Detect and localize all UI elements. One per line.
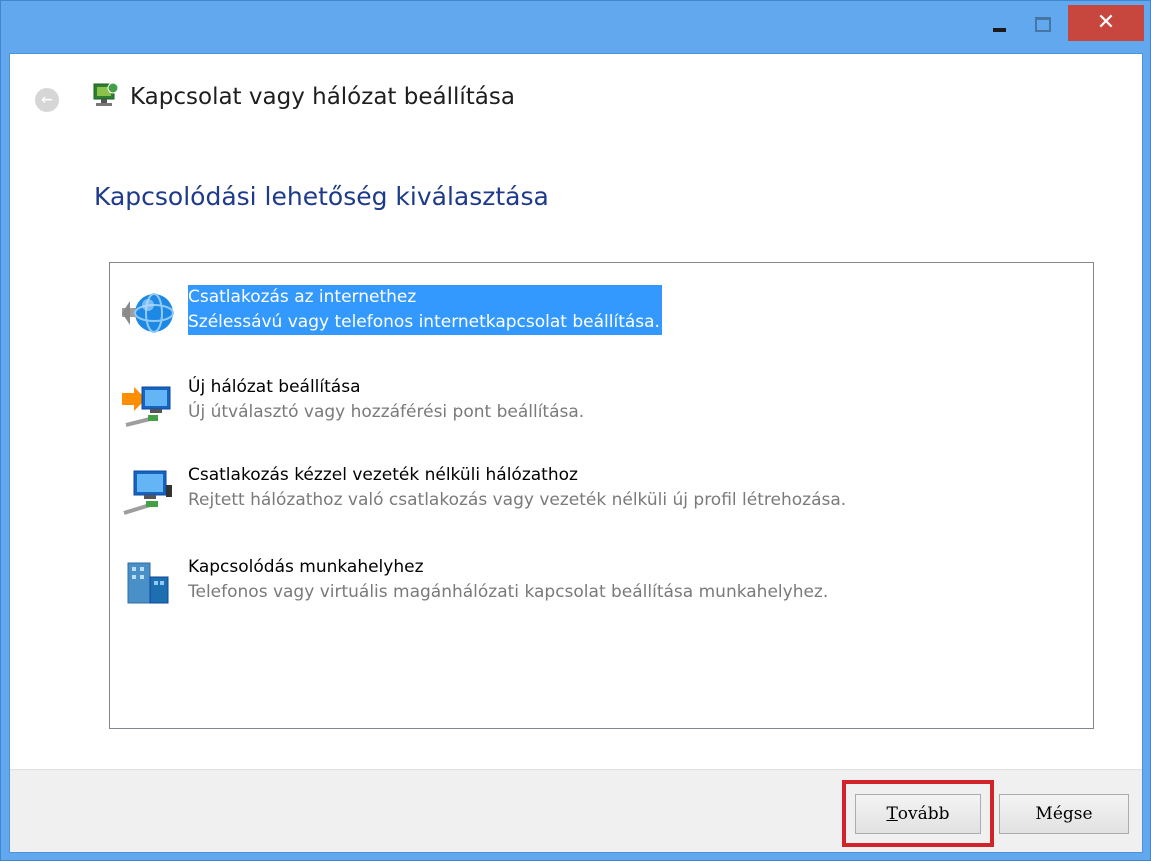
option-title: Csatlakozás az internethez — [188, 287, 417, 307]
option-title: Új hálózat beállítása — [188, 377, 361, 397]
option-manual-wireless[interactable]: Csatlakozás kézzel vezeték nélküli hálóz… — [120, 463, 1070, 523]
workplace-icon — [127, 562, 169, 604]
option-description: Szélessávú vagy telefonos internetkapcso… — [188, 312, 660, 332]
connection-options-list: Csatlakozás az internethez Szélessávú va… — [109, 262, 1094, 729]
wireless-network-icon — [123, 470, 172, 515]
dialog-window: ✕ ← Kapcsolat vagy hálózat beállítása Ka… — [0, 0, 1151, 861]
next-button[interactable]: Tovább — [855, 794, 981, 834]
next-label: ovább — [897, 804, 950, 824]
minimize-icon — [992, 28, 1006, 32]
wizard-content: ← Kapcsolat vagy hálózat beállítása Kapc… — [9, 53, 1143, 853]
back-button[interactable]: ← — [35, 88, 59, 112]
close-icon: ✕ — [1096, 10, 1116, 35]
maximize-icon — [1035, 16, 1051, 32]
back-arrow-icon: ← — [41, 92, 53, 108]
dialog-footer: Tovább Mégse — [10, 769, 1142, 852]
cancel-button[interactable]: Mégse — [999, 794, 1129, 834]
option-description: Új útválasztó vagy hozzáférési pont beál… — [188, 402, 585, 422]
option-title: Csatlakozás kézzel vezeték nélküli hálóz… — [188, 465, 578, 485]
maximize-button[interactable] — [1023, 7, 1063, 41]
page-heading: Kapcsolódási lehetőség kiválasztása — [94, 182, 549, 211]
next-accelerator: T — [886, 804, 898, 824]
option-workplace[interactable]: Kapcsolódás munkahelyhez Telefonos vagy … — [120, 555, 1070, 615]
close-button[interactable]: ✕ — [1068, 5, 1144, 41]
option-title: Kapcsolódás munkahelyhez — [188, 557, 424, 577]
minimize-button[interactable] — [979, 7, 1019, 41]
option-connect-internet[interactable]: Csatlakozás az internethez Szélessávú va… — [120, 285, 1070, 345]
window-title: Kapcsolat vagy hálózat beállítása — [130, 84, 515, 110]
option-description: Telefonos vagy virtuális magánhálózati k… — [188, 582, 829, 602]
network-setup-icon — [93, 82, 119, 106]
new-network-icon — [122, 386, 171, 427]
globe-connect-icon — [122, 293, 174, 333]
option-description: Rejtett hálózathoz való csatlakozás vagy… — [188, 490, 847, 510]
option-new-network[interactable]: Új hálózat beállítása Új útválasztó vagy… — [120, 375, 1070, 435]
